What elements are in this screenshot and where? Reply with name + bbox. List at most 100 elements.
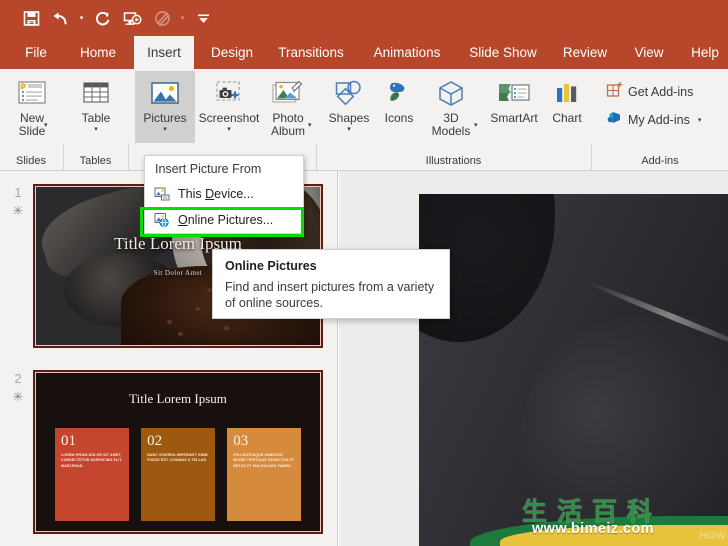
icons-label: Icons: [384, 111, 414, 125]
slide-2-card-1-body: Lorem ipsum dolor sit amet, consectetur …: [61, 453, 123, 468]
watermark-url: www.bimeiz.com: [532, 521, 654, 537]
watermark: 生活百科 www.bimeiz.com HOW: [470, 494, 728, 546]
slide-1-number: 1: [14, 185, 22, 200]
slide-2-card-1: 01 Lorem ipsum dolor sit amet, consectet…: [55, 428, 129, 521]
screenshot-caret-icon[interactable]: ▾: [227, 126, 231, 134]
tab-insert-label: Insert: [147, 45, 181, 60]
tab-review-label: Review: [562, 45, 608, 60]
slide-edit-area[interactable]: [339, 171, 728, 546]
smartart-icon: [496, 75, 532, 109]
pictures-caret-icon[interactable]: ▾: [163, 126, 167, 134]
get-addins-label: Get Add-ins: [628, 85, 694, 99]
tab-home-label: Home: [80, 45, 117, 60]
tab-review[interactable]: Review: [554, 36, 616, 69]
tab-slide-show[interactable]: Slide Show: [460, 36, 546, 69]
smartart-label: SmartArt: [490, 111, 538, 125]
screenshot-icon: [211, 75, 247, 109]
tab-transitions-label: Transitions: [278, 45, 344, 60]
ribbon-group-tables: Table ▾ Tables: [64, 69, 127, 170]
tab-file[interactable]: File: [14, 36, 58, 69]
pictures-button[interactable]: Pictures ▾: [135, 71, 195, 143]
online-pictures-icon: [153, 212, 170, 229]
shapes-button[interactable]: Shapes ▾: [323, 71, 375, 134]
insert-picture-from-menu[interactable]: Insert Picture From This Device... Onlin…: [144, 155, 304, 234]
icons-button[interactable]: Icons: [377, 71, 421, 125]
shapes-label: Shapes: [328, 111, 370, 125]
shapes-icon: [332, 75, 366, 109]
tab-file-label: File: [25, 45, 47, 60]
ribbon-group-tables-label: Tables: [79, 155, 112, 167]
slide-2-cards: 01 Lorem ipsum dolor sit amet, consectet…: [55, 428, 301, 521]
photo-album-label-2: Album: [270, 124, 305, 138]
3d-models-caret-icon[interactable]: ▾: [474, 121, 478, 129]
my-addins-icon: [606, 109, 623, 131]
menu-item-online-pictures[interactable]: Online Pictures...: [145, 207, 303, 233]
tab-animations[interactable]: Animations: [362, 36, 452, 69]
tooltip-title: Online Pictures: [225, 259, 317, 273]
customize-quick-access-icon[interactable]: [188, 4, 218, 32]
slide-thumbnail-2[interactable]: Title Lorem Ipsum 01 Lorem ipsum dolor s…: [33, 370, 323, 534]
photo-album-caret-icon[interactable]: ▾: [308, 121, 312, 129]
table-icon: [80, 75, 112, 109]
slide-2-star-icon: ✳: [12, 389, 24, 404]
menu-item-online-pictures-label: Online Pictures...: [178, 213, 274, 227]
tooltip-body: Find and insert pictures from a variety …: [225, 280, 435, 310]
smartart-button[interactable]: SmartArt: [483, 71, 545, 125]
3d-models-label-2: Models: [431, 124, 471, 138]
get-addins-icon: [606, 81, 623, 103]
tab-help[interactable]: Help: [682, 36, 728, 69]
screenshot-button[interactable]: Screenshot ▾: [197, 71, 261, 134]
slide-2-card-1-number: 01: [61, 433, 77, 449]
undo-dropdown-caret[interactable]: ▾: [76, 4, 87, 32]
slide-2-card-3: 03 Pellentesque habitant morbi tristique…: [227, 428, 301, 521]
ribbon-group-slides: New Slide ▾ Slides: [0, 69, 62, 170]
slide-2-card-2-body: Nunc viverra imperdiet enim. Fusce est. …: [147, 453, 209, 463]
ribbon-group-slides-label: Slides: [16, 155, 46, 167]
tab-design[interactable]: Design: [202, 36, 262, 69]
save-icon[interactable]: [16, 4, 46, 32]
slide-2-artwork: Title Lorem Ipsum 01 Lorem ipsum dolor s…: [35, 372, 321, 532]
tab-home[interactable]: Home: [70, 36, 126, 69]
insert-picture-from-header: Insert Picture From: [155, 161, 262, 176]
table-label: Table: [81, 111, 111, 125]
slide-2-card-3-body: Pellentesque habitant morbi tristique se…: [233, 453, 295, 468]
ribbon-tab-strip: File Home Insert Design Transitions Anim…: [0, 36, 728, 69]
undo-icon[interactable]: [46, 4, 76, 32]
slide-2-card-2: 02 Nunc viverra imperdiet enim. Fusce es…: [141, 428, 215, 521]
tab-view[interactable]: View: [624, 36, 674, 69]
tab-insert[interactable]: Insert: [134, 36, 194, 69]
photo-album-button[interactable]: Photo Album: [263, 71, 313, 138]
slide-2-card-3-number: 03: [233, 433, 249, 449]
new-slide-button[interactable]: New Slide: [6, 71, 58, 138]
new-slide-caret-icon[interactable]: ▾: [44, 121, 48, 129]
chart-button[interactable]: Chart: [545, 71, 589, 125]
watermark-suffix: HOW: [699, 530, 726, 542]
slide-2-card-2-number: 02: [147, 433, 163, 449]
my-addins-label: My Add-ins: [628, 113, 690, 127]
start-presentation-icon[interactable]: [117, 4, 147, 32]
redo-icon[interactable]: [87, 4, 117, 32]
tab-help-label: Help: [691, 45, 719, 60]
slide-1-star-icon: ✳: [12, 203, 24, 218]
my-addins-caret-icon[interactable]: ▾: [698, 116, 702, 124]
shapes-caret-icon[interactable]: ▾: [347, 126, 351, 134]
pictures-icon: [148, 75, 182, 109]
menu-item-this-device[interactable]: This Device...: [145, 181, 303, 207]
tab-transitions[interactable]: Transitions: [268, 36, 354, 69]
ribbon-group-illustrations: Shapes ▾ Icons 3D Models ▾ SmartArt Char…: [317, 69, 590, 170]
table-caret-icon[interactable]: ▾: [94, 126, 98, 134]
title-bar: ▾ ▾: [0, 0, 728, 36]
online-pictures-tooltip: Online Pictures Find and insert pictures…: [212, 249, 450, 319]
tab-view-label: View: [634, 45, 664, 60]
get-addins-button[interactable]: Get Add-ins: [606, 81, 693, 103]
pen-dropdown-caret[interactable]: ▾: [177, 4, 188, 32]
pictures-label: Pictures: [143, 111, 187, 125]
this-device-icon: [153, 186, 170, 203]
menu-item-this-device-label: This Device...: [178, 187, 254, 201]
my-addins-button[interactable]: My Add-ins ▾: [606, 109, 701, 131]
table-button[interactable]: Table ▾: [72, 71, 120, 134]
3d-models-button[interactable]: 3D Models: [423, 71, 479, 138]
slide-2-title: Title Lorem Ipsum: [129, 391, 227, 407]
touch-pen-icon[interactable]: [147, 4, 177, 32]
photo-album-icon: [270, 75, 306, 109]
